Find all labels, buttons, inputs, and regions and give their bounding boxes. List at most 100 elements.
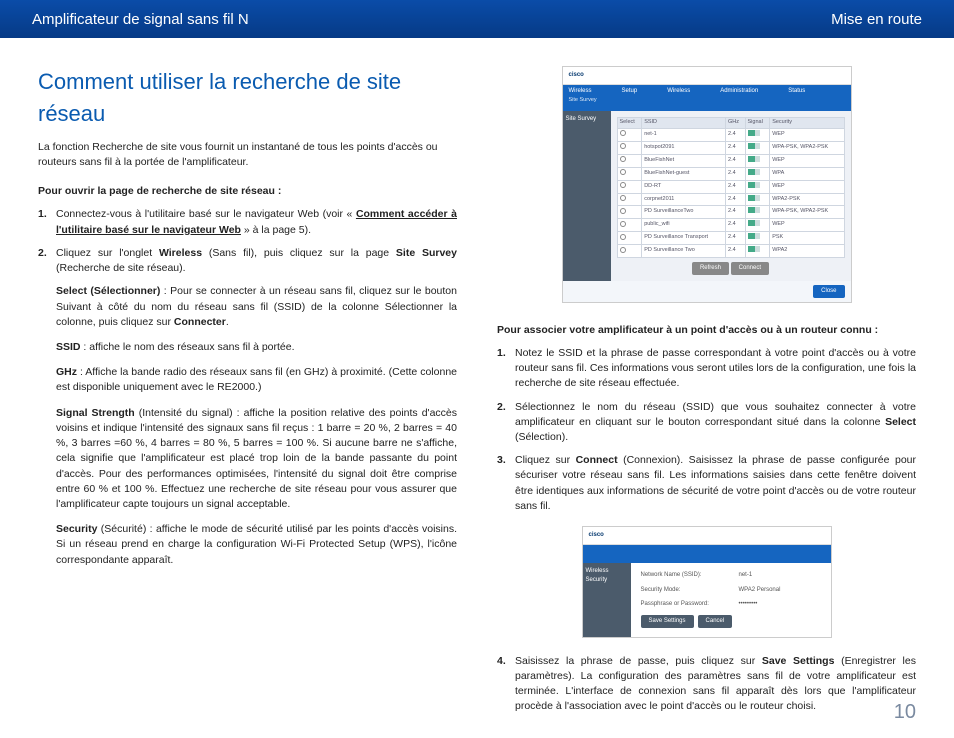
- def-ghz-text: : Affiche la bande radio des réseaux san…: [56, 366, 457, 393]
- pass-field-value: •••••••••: [739, 600, 758, 609]
- tab: Wireless: [667, 87, 690, 96]
- intro-text: La fonction Recherche de site vous fourn…: [38, 140, 457, 170]
- table-row: net-12.4WEP: [617, 128, 844, 141]
- close-button[interactable]: Close: [813, 285, 844, 298]
- shot-tabs: Wireless Setup Wireless Administration S…: [563, 85, 851, 111]
- step-number: 1.: [497, 346, 515, 392]
- step-2: 2. Cliquez sur l'onglet Wireless (Sans f…: [38, 246, 457, 276]
- pass-field-label: Passphrase or Password:: [641, 600, 721, 609]
- signal-bars-icon: [748, 169, 760, 175]
- step-number: 2.: [38, 246, 56, 276]
- r-step-1: 1. Notez le SSID et la phrase de passe c…: [497, 346, 916, 392]
- def-ssid-label: SSID: [56, 341, 81, 353]
- radio-icon[interactable]: [620, 234, 626, 240]
- radio-icon[interactable]: [620, 169, 626, 175]
- refresh-button[interactable]: Refresh: [692, 262, 729, 275]
- table-row: public_wifi2.4WEP: [617, 219, 844, 232]
- radio-icon[interactable]: [620, 221, 626, 227]
- mode-field-label: Security Mode:: [641, 586, 721, 595]
- r2c: (Sélection).: [515, 431, 568, 443]
- page-number: 10: [894, 701, 916, 724]
- def-security-text: (Sécurité) : affiche le mode de sécurité…: [56, 523, 457, 565]
- col-security: Security: [770, 117, 844, 128]
- signal-bars-icon: [748, 156, 760, 162]
- table-row: BlueFishNet-guest2.4WPA: [617, 167, 844, 180]
- shot-brand: cisco: [563, 67, 851, 85]
- select-label: Select: [885, 416, 916, 428]
- radio-icon[interactable]: [620, 195, 626, 201]
- def-select-label: Select (Sélectionner): [56, 285, 160, 297]
- col-ghz: GHz: [726, 117, 745, 128]
- step2-a: Cliquez sur l'onglet: [56, 247, 159, 259]
- step-1: 1. Connectez-vous à l'utilitaire basé su…: [38, 207, 457, 237]
- radio-icon[interactable]: [620, 247, 626, 253]
- def-signal-text: (Intensité du signal) : affiche la posit…: [56, 407, 457, 510]
- step-number: 2.: [497, 400, 515, 446]
- sitesurvey-label: Site Survey: [396, 247, 457, 259]
- table-row: PD Surveillance Transport2.4PSK: [617, 232, 844, 245]
- page-header: Amplificateur de signal sans fil N Mise …: [0, 0, 954, 38]
- signal-bars-icon: [748, 246, 760, 252]
- tab: Setup: [622, 87, 638, 96]
- connect-button[interactable]: Connect: [731, 262, 769, 275]
- site-survey-screenshot: cisco Wireless Setup Wireless Administra…: [562, 66, 852, 303]
- def-signal-label: Signal Strength: [56, 407, 135, 419]
- def-ssid-text: : affiche le nom des réseaux sans fil à …: [81, 341, 295, 353]
- signal-bars-icon: [748, 233, 760, 239]
- radio-icon[interactable]: [620, 208, 626, 214]
- shot-sidebar: Site Survey: [563, 111, 611, 281]
- table-row: DD-RT2.4WEP: [617, 180, 844, 193]
- tab: Status: [788, 87, 805, 96]
- def-security-label: Security: [56, 523, 97, 535]
- ssid-field-label: Network Name (SSID):: [641, 571, 721, 580]
- connect-label: Connecter: [174, 316, 226, 328]
- r-step-2: 2. Sélectionnez le nom du réseau (SSID) …: [497, 400, 916, 446]
- step-number: 4.: [497, 654, 515, 715]
- signal-bars-icon: [748, 182, 760, 188]
- col-ssid: SSID: [642, 117, 726, 128]
- step1-pre: Connectez-vous à l'utilitaire basé sur l…: [56, 208, 356, 220]
- table-row: PD SurveillanceTwo2.4WPA-PSK, WPA2-PSK: [617, 206, 844, 219]
- shot2-brand: cisco: [583, 527, 831, 545]
- save-settings-button[interactable]: Save Settings: [641, 615, 694, 628]
- radio-icon[interactable]: [620, 130, 626, 136]
- radio-icon[interactable]: [620, 143, 626, 149]
- security-screenshot: cisco Wireless Security Network Name (SS…: [582, 526, 832, 638]
- cancel-button[interactable]: Cancel: [698, 615, 733, 628]
- shot2-side: Wireless Security: [583, 563, 631, 637]
- r3a: Cliquez sur: [515, 454, 576, 466]
- right-column: cisco Wireless Setup Wireless Administra…: [497, 66, 916, 723]
- mode-field-value: WPA2 Personal: [739, 586, 781, 595]
- header-right: Mise en route: [831, 11, 922, 28]
- col-select: Select: [617, 117, 642, 128]
- signal-bars-icon: [748, 207, 760, 213]
- radio-icon[interactable]: [620, 182, 626, 188]
- section-title: Comment utiliser la recherche de site ré…: [38, 66, 457, 130]
- r-step1-text: Notez le SSID et la phrase de passe corr…: [515, 346, 916, 392]
- header-left: Amplificateur de signal sans fil N: [32, 11, 249, 28]
- radio-icon[interactable]: [620, 156, 626, 162]
- left-column: Comment utiliser la recherche de site ré…: [38, 66, 457, 723]
- def-ghz-label: GHz: [56, 366, 77, 378]
- shot2-banner: [583, 545, 831, 563]
- side-label: Wireless: [569, 87, 592, 96]
- step1-post: » à la page 5).: [241, 224, 311, 236]
- r2a: Sélectionnez le nom du réseau (SSID) que…: [515, 401, 916, 428]
- ssid-field-value: net-1: [739, 571, 753, 580]
- r4a: Saisissez la phrase de passe, puis cliqu…: [515, 655, 762, 667]
- signal-bars-icon: [748, 220, 760, 226]
- signal-bars-icon: [748, 143, 760, 149]
- tab: Administration: [720, 87, 758, 96]
- signal-bars-icon: [748, 195, 760, 201]
- step-number: 3.: [497, 453, 515, 514]
- survey-table: Select SSID GHz Signal Security net-12.4…: [617, 117, 845, 259]
- r-step-4: 4. Saisissez la phrase de passe, puis cl…: [497, 654, 916, 715]
- definitions: Select (Sélectionner) : Pour se connecte…: [38, 284, 457, 568]
- procedure-heading: Pour ouvrir la page de recherche de site…: [38, 184, 457, 199]
- wireless-label: Wireless: [159, 247, 202, 259]
- step-number: 1.: [38, 207, 56, 237]
- col-signal: Signal: [745, 117, 770, 128]
- procedure-heading-2: Pour associer votre amplificateur à un p…: [497, 323, 916, 338]
- connect-label: Connect: [576, 454, 618, 466]
- subtab: Site Survey: [569, 97, 597, 105]
